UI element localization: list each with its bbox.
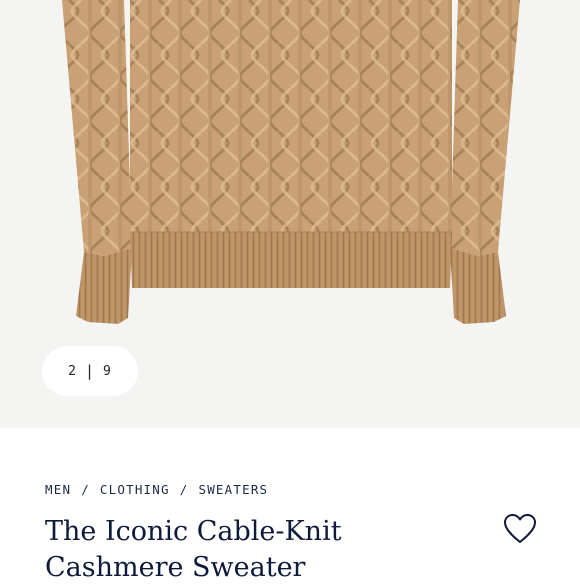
breadcrumb-clothing[interactable]: CLOTHING	[100, 482, 170, 497]
image-counter: 2 | 9	[42, 346, 138, 396]
heart-icon	[504, 514, 536, 543]
wishlist-button[interactable]	[503, 513, 537, 545]
counter-separator: |	[84, 362, 96, 380]
breadcrumb: MEN / CLOTHING / SWEATERS	[45, 482, 268, 497]
breadcrumb-separator: /	[81, 482, 90, 497]
total-image-count: 9	[103, 363, 112, 379]
breadcrumb-men[interactable]: MEN	[45, 482, 71, 497]
breadcrumb-separator: /	[179, 482, 189, 497]
current-image-index: 2	[68, 363, 77, 379]
breadcrumb-sweaters[interactable]: SWEATERS	[198, 482, 268, 497]
product-title-line-2: Cashmere Sweater	[45, 552, 306, 583]
product-title: The Iconic Cable-Knit Cashmere Sweater	[45, 514, 465, 586]
product-image-gallery[interactable]: 2 | 9	[0, 0, 580, 428]
product-title-line-1: The Iconic Cable-Knit	[45, 516, 342, 547]
